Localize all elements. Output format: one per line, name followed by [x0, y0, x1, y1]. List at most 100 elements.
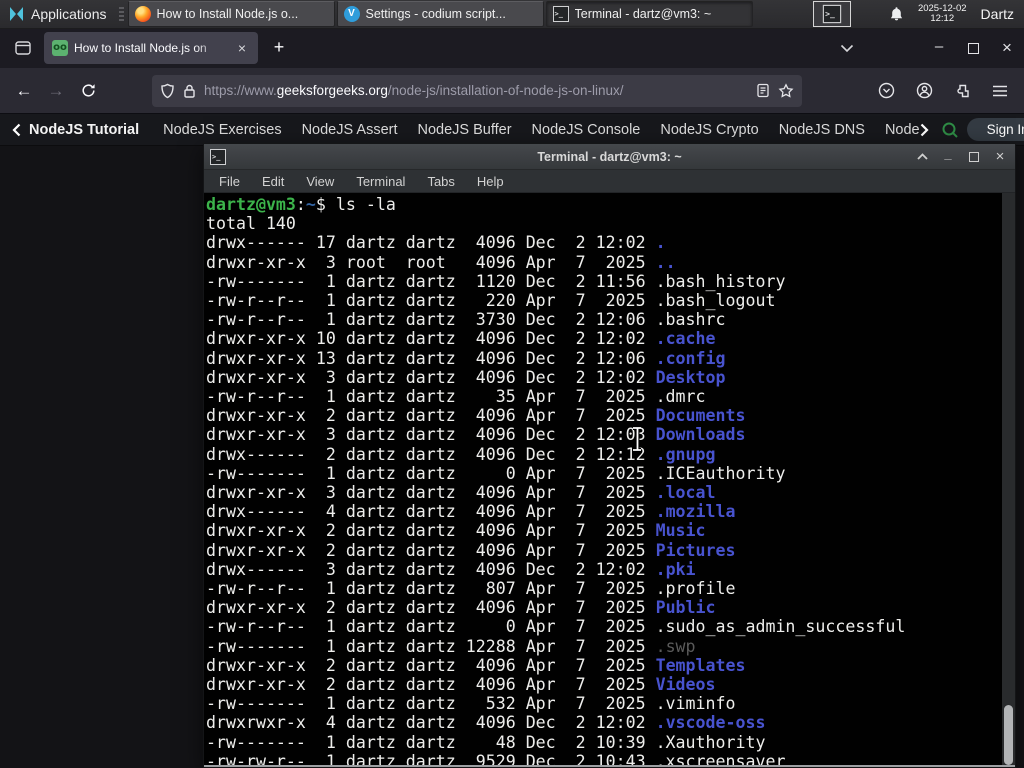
panel-handle — [118, 7, 124, 21]
menu-edit[interactable]: Edit — [251, 174, 295, 189]
pocket-icon[interactable] — [872, 77, 900, 105]
terminal-content[interactable]: dartz@vm3:~$ ls -la total 140 drwx------ 1… — [204, 193, 1015, 767]
terminal-line: drwxr-xr-x 13 dartz dartz 4096 Dec 2 12:… — [206, 348, 726, 368]
taskbar-button-label: Terminal - dartz@vm3: ~ — [574, 7, 712, 21]
toolbar-right-icons — [872, 77, 1024, 105]
tabbar-controls: – × — [840, 34, 1024, 62]
panel-clock[interactable]: 2025-12-02 12:12 — [918, 3, 967, 25]
terminal-scrollbar[interactable] — [1002, 193, 1015, 767]
taskbar-button-terminal[interactable]: Terminal - dartz@vm3: ~ — [545, 1, 753, 27]
nav-link-6[interactable]: NodeJS DNS — [779, 122, 865, 138]
nav-link-4[interactable]: NodeJS Console — [532, 122, 641, 138]
back-button[interactable]: ← — [8, 75, 40, 107]
clock-time: 12:12 — [930, 13, 955, 24]
hamburger-menu-icon[interactable] — [986, 77, 1014, 105]
terminal-icon — [552, 6, 569, 22]
url-scheme: https://www. — [204, 83, 277, 98]
terminal-line: dartz@vm3:~$ ls -la — [206, 195, 396, 214]
taskbar-button-firefox[interactable]: How to Install Node.js o... — [127, 1, 335, 27]
menu-tabs[interactable]: Tabs — [416, 174, 465, 189]
terminal-line: drwxr-xr-x 2 dartz dartz 4096 Apr 7 2025… — [206, 598, 716, 618]
terminal-line: -rw-r--r-- 1 dartz dartz 807 Apr 7 2025 … — [206, 579, 736, 599]
terminal-icon — [822, 4, 841, 24]
menu-view[interactable]: View — [295, 174, 345, 189]
list-all-tabs-chevron-icon[interactable] — [840, 44, 870, 53]
terminal-titlebar[interactable]: Terminal - dartz@vm3: ~ _ × — [204, 144, 1015, 170]
tab-close-icon[interactable]: × — [234, 40, 250, 56]
terminal-line: -rw------- 1 dartz dartz 48 Dec 2 10:39 … — [206, 732, 766, 752]
terminal-line: drwxr-xr-x 3 dartz dartz 4096 Dec 2 12:0… — [206, 367, 726, 387]
tracking-shield-icon[interactable] — [160, 83, 175, 99]
nav-link-1[interactable]: NodeJS Exercises — [163, 122, 281, 138]
taskbar-button-codium[interactable]: Settings - codium script... — [336, 1, 544, 27]
new-tab-button[interactable]: + — [266, 35, 292, 61]
url-bar[interactable]: https://www.geeksforgeeks.org/node-js/in… — [152, 74, 802, 107]
taskbar: How to Install Node.js o... Settings - co… — [127, 0, 753, 28]
bookmark-star-icon[interactable] — [778, 83, 794, 98]
search-icon[interactable] — [941, 117, 959, 143]
url-path: /node-js/installation-of-node-js-on-linu… — [387, 83, 624, 98]
firefox-icon — [134, 6, 151, 22]
browser-tab[interactable]: oo How to Install Node.js on × — [44, 32, 258, 64]
sign-in-button[interactable]: Sign In — [966, 118, 1024, 141]
terminal-line: -rw-r--r-- 1 dartz dartz 35 Apr 7 2025 .… — [206, 387, 706, 407]
terminal-icon — [210, 148, 226, 165]
menu-file[interactable]: File — [208, 174, 251, 189]
terminal-line: drwxr-xr-x 2 dartz dartz 4096 Apr 7 2025… — [206, 540, 736, 560]
nav-link-5[interactable]: NodeJS Crypto — [660, 122, 758, 138]
terminal-line: drwxr-xr-x 2 dartz dartz 4096 Apr 7 2025… — [206, 675, 716, 695]
window-close-button[interactable]: × — [990, 34, 1024, 62]
maximize-button[interactable] — [965, 148, 983, 166]
terminal-line: drwxr-xr-x 2 dartz dartz 4096 Apr 7 2025… — [206, 655, 746, 675]
distributor-logo-icon — [8, 6, 25, 22]
shade-button[interactable] — [913, 148, 931, 166]
nav-link-2[interactable]: NodeJS Assert — [302, 122, 398, 138]
window-maximize-button[interactable] — [956, 34, 990, 62]
reader-view-icon[interactable] — [756, 83, 770, 98]
nav-back-tutorial[interactable]: NodeJS Tutorial — [12, 122, 139, 138]
terminal-line: drwxr-xr-x 3 dartz dartz 4096 Dec 2 12:0… — [206, 425, 746, 445]
terminal-line: drwxrwxr-x 4 dartz dartz 4096 Dec 2 12:0… — [206, 713, 766, 733]
tutorial-label: NodeJS Tutorial — [29, 121, 140, 138]
terminal-line: drwxr-xr-x 3 root root 4096 Apr 7 2025 .… — [206, 252, 676, 272]
window-minimize-button[interactable]: – — [922, 32, 956, 60]
top-panel: Applications How to Install Node.js o...… — [0, 0, 1024, 29]
site-navigation-bar: NodeJS Tutorial NodeJS Exercises NodeJS A… — [0, 114, 1024, 146]
minimize-button[interactable]: _ — [939, 145, 957, 163]
terminal-window: Terminal - dartz@vm3: ~ _ × FileEditView… — [203, 143, 1016, 768]
site-nav-links: NodeJS Exercises NodeJS Assert NodeJS Buff… — [153, 122, 875, 138]
notification-bell-icon[interactable] — [889, 6, 904, 22]
extensions-icon[interactable] — [948, 77, 976, 105]
overflow-label: Node — [884, 121, 920, 138]
applications-menu-button[interactable]: Applications — [0, 0, 115, 28]
active-window-icon-box[interactable] — [812, 1, 851, 27]
terminal-line: drwxr-xr-x 10 dartz dartz 4096 Dec 2 12:… — [206, 329, 716, 349]
terminal-menubar: File Edit View Terminal Tabs Help — [204, 170, 1015, 193]
firefox-view-icon[interactable] — [10, 35, 36, 61]
account-icon[interactable] — [910, 77, 938, 105]
maximize-icon — [967, 42, 979, 54]
nav-link-overflow[interactable]: Node — [885, 122, 929, 138]
nav-link-3[interactable]: NodeJS Buffer — [418, 122, 512, 138]
reload-button[interactable] — [72, 75, 104, 107]
terminal-line: drwx------ 4 dartz dartz 4096 Apr 7 2025… — [206, 502, 736, 522]
panel-status-area: 2025-12-02 12:12 Dartz — [889, 3, 1024, 25]
panel-user-label: Dartz — [980, 6, 1014, 22]
terminal-line: -rw------- 1 dartz dartz 532 Apr 7 2025 … — [206, 694, 736, 714]
terminal-line: -rw-r--r-- 1 dartz dartz 220 Apr 7 2025 … — [206, 291, 776, 311]
codium-icon — [343, 6, 360, 22]
terminal-line: drwx------ 17 dartz dartz 4096 Dec 2 12:… — [206, 233, 666, 253]
applications-label: Applications — [31, 6, 107, 22]
lock-icon[interactable] — [183, 83, 196, 99]
menu-terminal[interactable]: Terminal — [345, 174, 416, 189]
menu-help[interactable]: Help — [466, 174, 515, 189]
terminal-line: -rw-rw-r-- 1 dartz dartz 9529 Dec 2 10:4… — [206, 751, 786, 767]
forward-button[interactable]: → — [40, 75, 72, 107]
terminal-line: -rw------- 1 dartz dartz 0 Apr 7 2025 .I… — [206, 463, 786, 483]
terminal-window-controls: _ × — [913, 145, 1009, 166]
close-button[interactable]: × — [991, 148, 1009, 166]
terminal-line: drwxr-xr-x 3 dartz dartz 4096 Apr 7 2025… — [206, 483, 716, 503]
tab-title: How to Install Node.js on — [74, 41, 207, 55]
scrollbar-thumb[interactable] — [1004, 705, 1013, 765]
terminal-output: dartz@vm3:~$ ls -la total 140 drwx------ 1… — [206, 195, 1001, 767]
